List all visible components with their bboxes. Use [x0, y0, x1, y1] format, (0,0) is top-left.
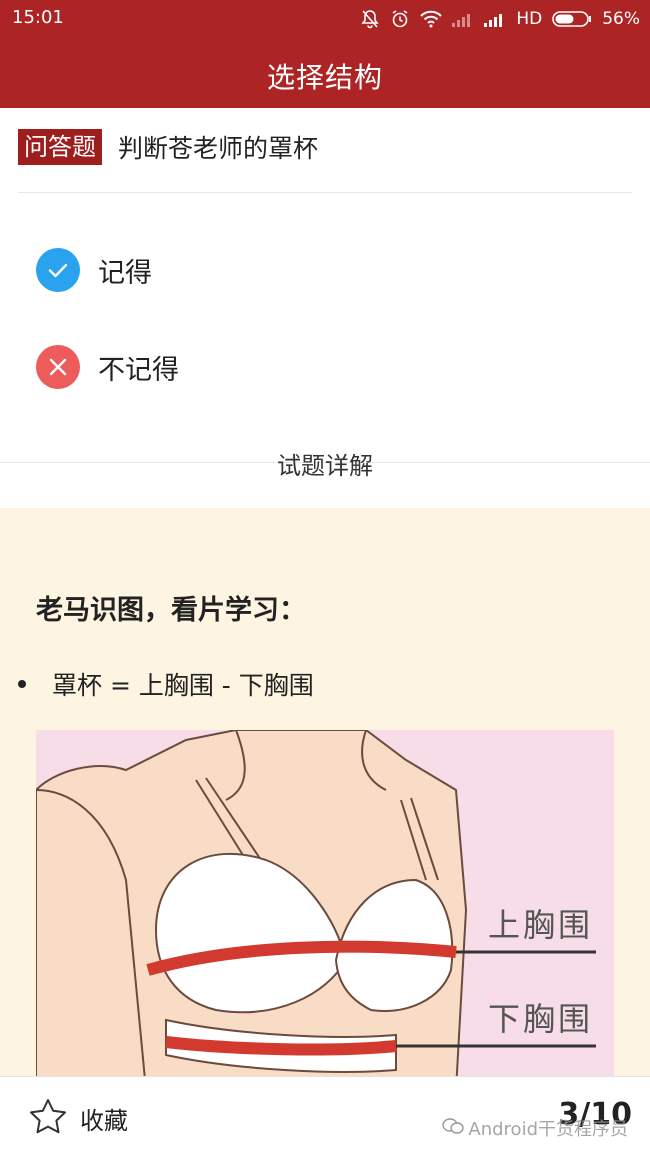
- network-type-label: HD: [516, 9, 543, 29]
- question-text: 判断苍老师的罩杯: [118, 134, 319, 163]
- bottom-bar: 收藏 3/10 Android干货程序员: [0, 1076, 650, 1156]
- battery-percent: 56%: [602, 9, 640, 29]
- watermark-text: Android干货程序员: [468, 1119, 628, 1140]
- page-title: 选择结构: [266, 61, 383, 94]
- explanation-heading: 老马识图，看片学习：: [36, 595, 306, 626]
- status-time: 15:01: [12, 7, 64, 28]
- question-type-badge: 问答题: [18, 129, 102, 165]
- option-remember[interactable]: 记得: [36, 248, 152, 292]
- question-row: 问答题 判断苍老师的罩杯: [18, 128, 318, 166]
- explanation-title: 试题详解: [277, 452, 373, 480]
- battery-icon: [552, 10, 592, 28]
- upper-bust-label: 上胸围: [488, 906, 594, 944]
- app-bar: 选择结构: [0, 38, 650, 108]
- wifi-icon: [420, 10, 443, 28]
- check-circle-icon: [36, 248, 80, 292]
- x-circle-icon: [36, 345, 80, 389]
- alarm-icon: [390, 9, 410, 29]
- lower-bust-label: 下胸围: [488, 1000, 594, 1038]
- wechat-icon: [442, 1117, 465, 1140]
- signal-weak-icon: [452, 11, 474, 27]
- option-forget[interactable]: 不记得: [36, 345, 179, 389]
- list-item: 罩杯 = 上胸围 - 下胸围: [18, 666, 314, 702]
- status-icons: HD 56%: [360, 5, 640, 33]
- measurement-diagram: 上胸围 下胸围: [35, 729, 614, 1076]
- option-label: 记得: [98, 257, 152, 289]
- star-icon[interactable]: [28, 1097, 68, 1141]
- bullet-dot: [18, 680, 26, 688]
- signal-strong-icon: [484, 11, 506, 27]
- notifications-muted-icon: [360, 9, 380, 29]
- bullet-text: 罩杯 = 上胸围 - 下胸围: [52, 671, 314, 700]
- explanation-panel: 老马识图，看片学习： 罩杯 = 上胸围 - 下胸围 上胸围 下胸围: [0, 508, 650, 1076]
- question-divider: [18, 192, 632, 193]
- option-label: 不记得: [98, 354, 179, 386]
- status-bar: 15:01 HD 56%: [0, 0, 650, 38]
- favorite-button[interactable]: 收藏: [80, 1101, 128, 1136]
- watermark: Android干货程序员: [442, 1115, 628, 1141]
